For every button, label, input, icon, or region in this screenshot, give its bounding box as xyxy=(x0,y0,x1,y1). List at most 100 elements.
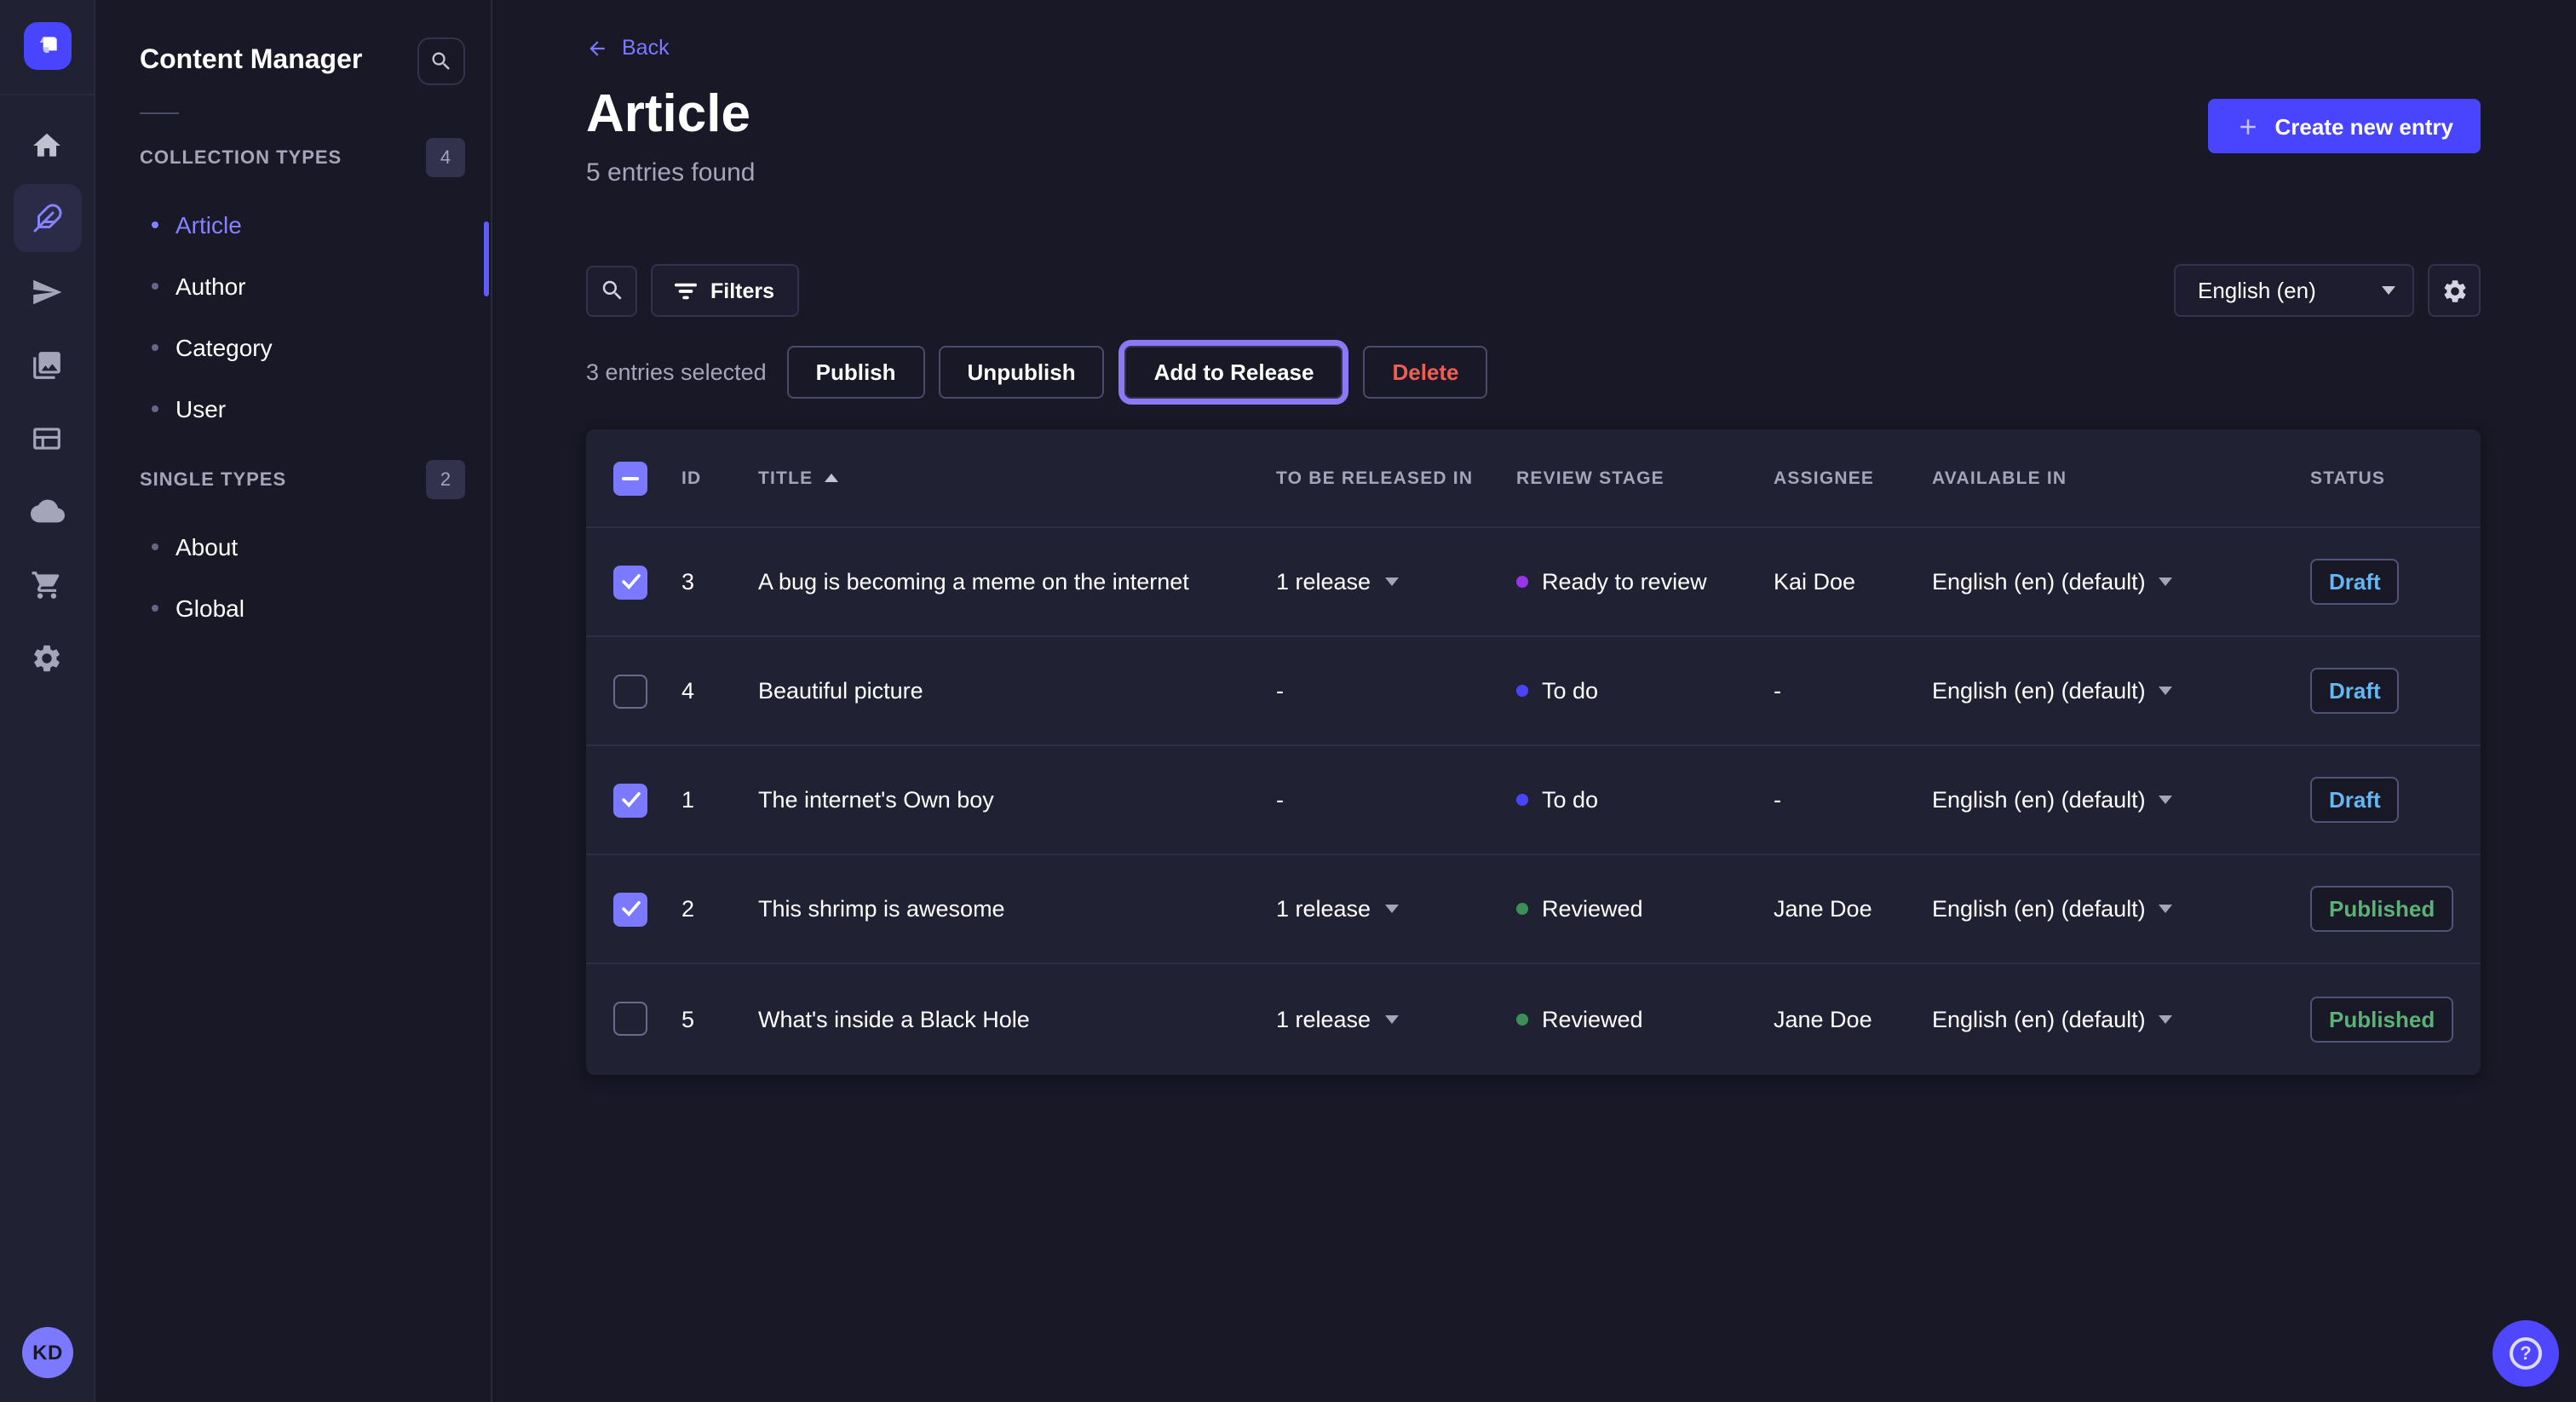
cell-status: Published xyxy=(2310,996,2453,1042)
filters-button[interactable]: Filters xyxy=(651,264,798,317)
strapi-logo[interactable] xyxy=(23,22,71,70)
cell-title: What's inside a Black Hole xyxy=(758,1006,1276,1031)
cell-review-stage: Reviewed xyxy=(1516,1006,1774,1031)
row-checkbox[interactable] xyxy=(613,892,647,926)
gear-icon xyxy=(2441,277,2468,304)
back-label: Back xyxy=(622,36,670,60)
table-row[interactable]: 3 A bug is becoming a meme on the intern… xyxy=(586,528,2481,637)
publish-button[interactable]: Publish xyxy=(787,346,925,399)
sidebar-item-label: Category xyxy=(175,334,273,361)
cell-review-stage: Reviewed xyxy=(1516,896,1774,922)
cell-status: Published xyxy=(2310,886,2453,932)
filter-icon xyxy=(675,280,697,301)
column-header-title-label: TITLE xyxy=(758,468,813,488)
sidebar-item-user[interactable]: User xyxy=(97,378,491,440)
sort-ascending-icon xyxy=(825,474,838,482)
cell-locale[interactable]: English (en) (default) xyxy=(1932,787,2310,813)
cell-title: The internet's Own boy xyxy=(758,787,1276,813)
row-checkbox[interactable] xyxy=(613,674,647,708)
view-settings-button[interactable] xyxy=(2428,264,2481,317)
chevron-down-icon xyxy=(2159,687,2173,695)
stage-value: To do xyxy=(1542,787,1598,813)
sidebar-item-global[interactable]: Global xyxy=(97,577,491,639)
chevron-down-icon xyxy=(2159,577,2173,586)
layout-icon[interactable] xyxy=(13,404,81,472)
cell-status: Draft xyxy=(2310,777,2453,823)
locale-value: English (en) (default) xyxy=(1932,1006,2146,1031)
gear-icon[interactable] xyxy=(13,623,81,692)
subnav-scrollbar-thumb[interactable] xyxy=(484,221,489,296)
sidebar-item-category[interactable]: Category xyxy=(97,317,491,378)
row-checkbox[interactable] xyxy=(613,1002,647,1036)
search-icon xyxy=(429,49,453,73)
help-button[interactable]: ? xyxy=(2493,1320,2559,1387)
cell-review-stage: To do xyxy=(1516,678,1774,704)
column-header-assignee[interactable]: ASSIGNEE xyxy=(1774,468,1932,488)
column-header-to-be-released-in[interactable]: TO BE RELEASED IN xyxy=(1276,468,1516,488)
delete-button[interactable]: Delete xyxy=(1363,346,1487,399)
chevron-down-icon xyxy=(2159,905,2173,913)
chevron-down-icon xyxy=(1384,1014,1398,1023)
column-header-id[interactable]: ID xyxy=(681,468,758,488)
table-row[interactable]: 4 Beautiful picture - To do - English (e… xyxy=(586,637,2481,746)
cell-id: 3 xyxy=(681,569,758,595)
create-new-entry-button[interactable]: Create new entry xyxy=(2208,99,2481,153)
content-manager-feather-icon[interactable] xyxy=(13,184,81,252)
single-types-label: SINGLE TYPES xyxy=(140,469,286,490)
check-icon xyxy=(621,792,640,807)
media-library-icon[interactable] xyxy=(13,330,81,399)
home-icon[interactable] xyxy=(13,111,81,179)
sidebar-item-article[interactable]: Article xyxy=(97,194,491,256)
bullet-icon xyxy=(152,283,158,290)
column-header-title[interactable]: TITLE xyxy=(758,468,1276,488)
cell-release[interactable]: 1 release xyxy=(1276,896,1516,922)
add-to-release-button[interactable]: Add to Release xyxy=(1125,346,1343,399)
chevron-down-icon xyxy=(2159,796,2173,804)
table-row[interactable]: 2 This shrimp is awesome 1 release Revie… xyxy=(586,855,2481,964)
column-header-status[interactable]: STATUS xyxy=(2310,468,2453,488)
paper-plane-icon[interactable] xyxy=(13,257,81,325)
user-avatar[interactable]: KD xyxy=(22,1327,73,1378)
stage-value: Reviewed xyxy=(1542,1006,1643,1031)
check-icon xyxy=(621,574,640,589)
bullet-icon xyxy=(152,221,158,228)
release-value: - xyxy=(1276,678,1284,704)
single-types-count-badge: 2 xyxy=(426,460,465,499)
back-link[interactable]: Back xyxy=(586,36,670,60)
cell-release: - xyxy=(1276,787,1516,813)
select-all-checkbox[interactable] xyxy=(613,461,647,495)
cell-release[interactable]: 1 release xyxy=(1276,569,1516,595)
unpublish-button[interactable]: Unpublish xyxy=(939,346,1105,399)
stage-dot-icon xyxy=(1516,685,1528,697)
filters-label: Filters xyxy=(710,279,774,302)
stage-dot-icon xyxy=(1516,1013,1528,1025)
sidebar-item-label: Article xyxy=(175,211,242,238)
table-row[interactable]: 5 What's inside a Black Hole 1 release R… xyxy=(586,964,2481,1073)
locale-select[interactable]: English (en) xyxy=(2174,264,2414,317)
column-header-review-stage[interactable]: REVIEW STAGE xyxy=(1516,468,1774,488)
cell-locale[interactable]: English (en) (default) xyxy=(1932,896,2310,922)
row-checkbox[interactable] xyxy=(613,565,647,599)
locale-value: English (en) (default) xyxy=(1932,678,2146,704)
cell-locale[interactable]: English (en) (default) xyxy=(1932,569,2310,595)
cell-release[interactable]: 1 release xyxy=(1276,1006,1516,1031)
status-badge: Draft xyxy=(2310,559,2400,605)
cell-id: 5 xyxy=(681,1006,758,1031)
cell-id: 2 xyxy=(681,896,758,922)
cell-assignee: - xyxy=(1774,678,1932,704)
cell-locale[interactable]: English (en) (default) xyxy=(1932,678,2310,704)
column-header-available-in[interactable]: AVAILABLE IN xyxy=(1932,468,2310,488)
sidebar-item-about[interactable]: About xyxy=(97,516,491,577)
cell-title: A bug is becoming a meme on the internet xyxy=(758,569,1276,595)
cloud-icon[interactable] xyxy=(13,477,81,545)
cell-locale[interactable]: English (en) (default) xyxy=(1932,1006,2310,1031)
table-row[interactable]: 1 The internet's Own boy - To do - Engli… xyxy=(586,746,2481,855)
subnav-search-button[interactable] xyxy=(417,37,465,85)
cell-title: This shrimp is awesome xyxy=(758,896,1276,922)
cell-assignee: Jane Doe xyxy=(1774,896,1932,922)
row-checkbox[interactable] xyxy=(613,783,647,817)
cart-icon[interactable] xyxy=(13,550,81,618)
locale-value: English (en) (default) xyxy=(1932,569,2146,595)
search-button[interactable] xyxy=(586,265,637,316)
sidebar-item-author[interactable]: Author xyxy=(97,256,491,317)
